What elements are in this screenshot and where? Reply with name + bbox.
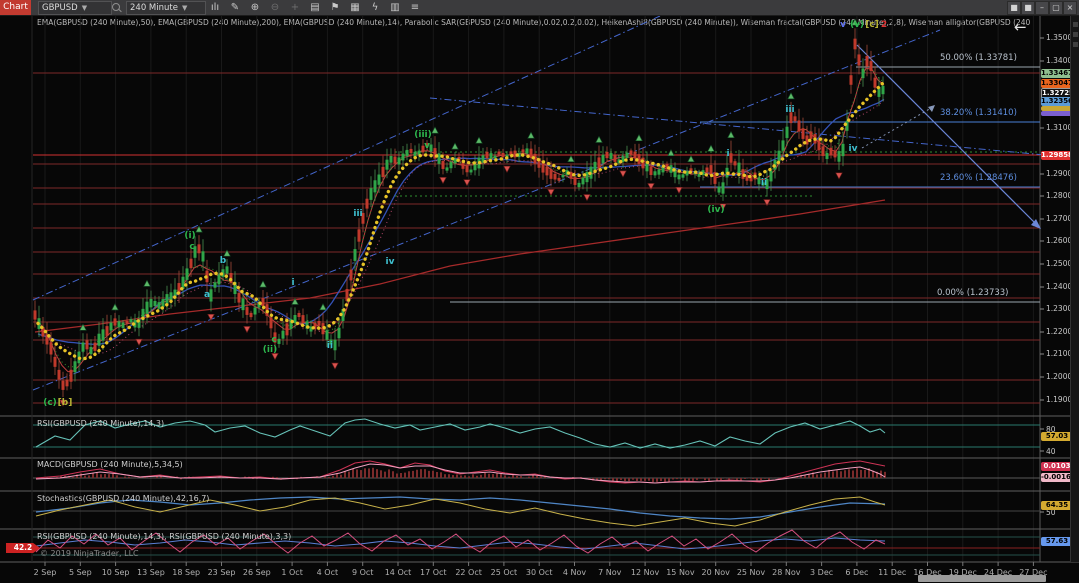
strategies-icon[interactable]: ▥ — [386, 0, 404, 15]
ninjatrader-chart-window: 50.00% (1.33781)38.20% (1.31410)23.60% (… — [0, 0, 1079, 583]
time-axis-label: 6 Dec — [845, 568, 868, 577]
time-axis-label: 9 Oct — [352, 568, 373, 577]
alerts-flag-icon[interactable]: ⚑ — [326, 0, 344, 15]
symbol-select[interactable]: GBPUSD ▼ — [38, 1, 112, 15]
time-axis-label: 5 Sep — [69, 568, 92, 577]
time-axis-label: 23 Sep — [208, 568, 236, 577]
chevron-down-icon: ▼ — [82, 2, 87, 14]
drawing-tools-icon[interactable]: ϟ — [366, 0, 384, 15]
chevron-down-icon: ▼ — [182, 2, 187, 14]
strip-handle-icon — [1073, 42, 1078, 47]
time-axis-label: 22 Oct — [455, 568, 482, 577]
title-toolbar: Chart GBPUSD ▼ 240 Minute ▼ ılı✎⊕⊖+▤⚑▦ϟ▥… — [0, 0, 1079, 16]
minimize-button[interactable]: – — [1035, 1, 1049, 15]
pan-left-arrow-icon[interactable]: ← — [1014, 20, 1027, 34]
interval-select-value: 240 Minute — [130, 2, 178, 14]
close-button[interactable]: × — [1063, 1, 1077, 15]
time-axis-label: 2 Sep — [34, 568, 57, 577]
time-axis-label: 4 Oct — [317, 568, 338, 577]
time-axis-label: 10 Sep — [102, 568, 130, 577]
time-axis-label: 25 Nov — [737, 568, 765, 577]
search-icon[interactable] — [112, 3, 120, 11]
time-axis-label: 28 Nov — [772, 568, 800, 577]
time-axis-label: 18 Sep — [172, 568, 200, 577]
strip-handle-icon — [1073, 22, 1078, 27]
time-axis-label: 17 Oct — [420, 568, 447, 577]
window-pane-icon-1[interactable]: ■ — [1007, 1, 1021, 15]
right-scroll-strip[interactable] — [1070, 16, 1079, 562]
symbol-select-value: GBPUSD — [42, 2, 78, 14]
time-axis-label: 15 Nov — [666, 568, 694, 577]
bar-type-icon[interactable]: ılı — [206, 0, 224, 15]
zoom-out-icon[interactable]: ⊖ — [266, 0, 284, 15]
zoom-in-icon[interactable]: ⊕ — [246, 0, 264, 15]
time-axis-label: 25 Oct — [491, 568, 518, 577]
time-axis-label: 26 Sep — [243, 568, 271, 577]
time-axis-label: 30 Oct — [526, 568, 553, 577]
time-axis-label: 20 Nov — [702, 568, 730, 577]
time-axis-label: 12 Nov — [631, 568, 659, 577]
interval-select[interactable]: 240 Minute ▼ — [126, 1, 206, 15]
draw-pencil-icon[interactable]: ✎ — [226, 0, 244, 15]
horizontal-scrollbar-thumb[interactable] — [918, 575, 1046, 582]
time-axis-label: 7 Nov — [598, 568, 621, 577]
restore-button[interactable]: ▢ — [1049, 1, 1063, 15]
time-axis-label: 11 Dec — [878, 568, 906, 577]
indicators-icon[interactable]: ▦ — [346, 0, 364, 15]
window-pane-icon-2[interactable]: ■ — [1021, 1, 1035, 15]
time-axis-label: 1 Oct — [281, 568, 302, 577]
copyright-text: © 2019 NinjaTrader, LLC — [40, 549, 139, 558]
strip-handle-icon — [1073, 32, 1078, 37]
properties-list-icon[interactable]: ≡ — [406, 0, 424, 15]
chart-tab[interactable]: Chart — [0, 0, 31, 15]
time-axis-label: 4 Nov — [563, 568, 586, 577]
time-axis-label: 13 Sep — [137, 568, 165, 577]
time-axis-label: 14 Oct — [385, 568, 412, 577]
chart-canvas[interactable] — [0, 16, 1070, 562]
data-series-icon[interactable]: ▤ — [306, 0, 324, 15]
crosshair-icon[interactable]: + — [286, 0, 304, 15]
time-axis-label: 3 Dec — [810, 568, 833, 577]
